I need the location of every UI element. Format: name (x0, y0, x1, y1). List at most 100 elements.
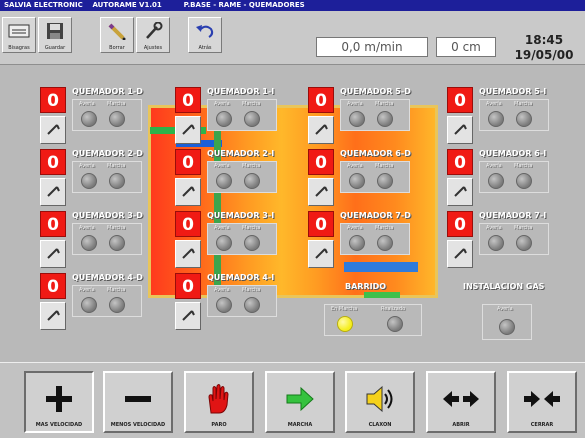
instalacion-gas-panel: Avería (482, 304, 532, 340)
menos-velocidad-button[interactable]: MENOS VELOCIDAD (103, 371, 173, 433)
wrench-icon (47, 186, 60, 197)
burner-4-i: 0 QUEMADOR 4-I Avería Marcha (175, 273, 303, 335)
distance-readout: 0 cm (436, 37, 496, 57)
atras-button[interactable]: Atrás (188, 17, 222, 53)
averia-label: Avería (486, 163, 502, 169)
burner-status-panel: Avería Marcha (72, 99, 142, 131)
averia-label: Avería (497, 306, 513, 312)
plus-icon (46, 386, 72, 412)
arrow-right-icon (286, 386, 314, 412)
burner-status-panel: Avería Marcha (340, 99, 410, 131)
burner-status-panel: Avería Marcha (207, 223, 277, 255)
averia-lamp (81, 235, 97, 251)
wrench-icon (454, 186, 467, 197)
marcha-button[interactable]: MARCHA (265, 371, 335, 433)
marcha-label: Marcha (375, 163, 394, 169)
guardar-button[interactable]: Guardar (38, 17, 72, 53)
burner-title: QUEMADOR 6-I (479, 149, 547, 158)
averia-lamp (216, 297, 232, 313)
burner-settings-button[interactable] (308, 240, 334, 268)
burner-status-panel: Avería Marcha (207, 285, 277, 317)
burner-settings-button[interactable] (175, 116, 201, 144)
marcha-lamp (377, 111, 393, 127)
burner-settings-button[interactable] (40, 178, 66, 206)
borrar-button[interactable]: Borrar (100, 17, 134, 53)
wrench-icon (182, 186, 195, 197)
marcha-label: Marcha (514, 101, 533, 107)
averia-lamp (216, 235, 232, 251)
averia-lamp (349, 235, 365, 251)
pencil-icon (108, 23, 126, 40)
close-arrows-icon (524, 391, 560, 407)
burner-count: 0 (175, 149, 201, 175)
control-bar: MAS VELOCIDAD MENOS VELOCIDAD PARO MARCH… (0, 362, 585, 438)
burner-count: 0 (175, 273, 201, 299)
marcha-lamp (109, 297, 125, 313)
averia-lamp (349, 173, 365, 189)
en-marcha-label: En Marcha (331, 306, 358, 312)
barrido-title: BARRIDO (345, 282, 387, 291)
speaker-icon (366, 385, 393, 413)
averia-label: Avería (214, 225, 230, 231)
wrench-icon (315, 248, 328, 259)
burner-count: 0 (308, 211, 334, 237)
floppy-icon (47, 23, 63, 39)
ajustes-button[interactable]: Ajustes (136, 17, 170, 53)
barrido-panel: En Marcha Realizado (324, 304, 422, 336)
averia-lamp (488, 111, 504, 127)
burner-settings-button[interactable] (175, 302, 201, 330)
barrido-indicator (364, 292, 400, 298)
burner-title: QUEMADOR 7-D (340, 211, 411, 220)
wrench-icon (47, 248, 60, 259)
mas-velocidad-button[interactable]: MAS VELOCIDAD (24, 371, 94, 433)
marcha-lamp (244, 111, 260, 127)
marcha-lamp (516, 111, 532, 127)
wrench-icon (146, 22, 163, 39)
marcha-lamp (377, 173, 393, 189)
burner-count: 0 (308, 87, 334, 113)
wrench-icon (47, 124, 60, 135)
cerrar-button[interactable]: CERRAR (507, 371, 577, 433)
burner-5-d: 0 QUEMADOR 5-D Avería Marcha (308, 87, 436, 149)
burner-settings-button[interactable] (40, 240, 66, 268)
averia-lamp (488, 235, 504, 251)
burner-title: QUEMADOR 1-D (72, 87, 143, 96)
marcha-lamp (244, 235, 260, 251)
averia-lamp (81, 111, 97, 127)
burner-count: 0 (175, 211, 201, 237)
speed-readout: 0,0 m/min (316, 37, 428, 57)
burner-status-panel: Avería Marcha (207, 99, 277, 131)
undo-icon (196, 25, 214, 38)
burner-settings-button[interactable] (40, 302, 66, 330)
burner-status-panel: Avería Marcha (72, 161, 142, 193)
burner-7-i: 0 QUEMADOR 7-I Avería Marcha (447, 211, 575, 273)
burner-settings-button[interactable] (447, 240, 473, 268)
burner-settings-button[interactable] (40, 116, 66, 144)
time-text: 18:45 (524, 33, 564, 47)
burner-settings-button[interactable] (447, 116, 473, 144)
paro-button[interactable]: PARO (184, 371, 254, 433)
burner-6-i: 0 QUEMADOR 6-I Avería Marcha (447, 149, 575, 211)
burner-settings-button[interactable] (175, 240, 201, 268)
claxon-button[interactable]: CLAXON (345, 371, 415, 433)
burner-settings-button[interactable] (308, 116, 334, 144)
burner-title: QUEMADOR 5-D (340, 87, 411, 96)
burner-title: QUEMADOR 1-I (207, 87, 275, 96)
display-icon (8, 24, 30, 38)
averia-label: Avería (214, 163, 230, 169)
bisagras-button[interactable]: Bisagras (2, 17, 36, 53)
burner-5-i: 0 QUEMADOR 5-I Avería Marcha (447, 87, 575, 149)
burner-settings-button[interactable] (447, 178, 473, 206)
averia-label: Avería (214, 287, 230, 293)
burner-settings-button[interactable] (308, 178, 334, 206)
burner-settings-button[interactable] (175, 178, 201, 206)
abrir-button[interactable]: ABRIR (426, 371, 496, 433)
averia-lamp (216, 111, 232, 127)
burner-status-panel: Avería Marcha (479, 99, 549, 131)
wrench-icon (315, 186, 328, 197)
averia-label: Avería (486, 225, 502, 231)
en-marcha-lamp (337, 316, 353, 332)
marcha-lamp (244, 297, 260, 313)
realizado-label: Realizado (381, 306, 406, 312)
burner-title: QUEMADOR 4-I (207, 273, 275, 282)
